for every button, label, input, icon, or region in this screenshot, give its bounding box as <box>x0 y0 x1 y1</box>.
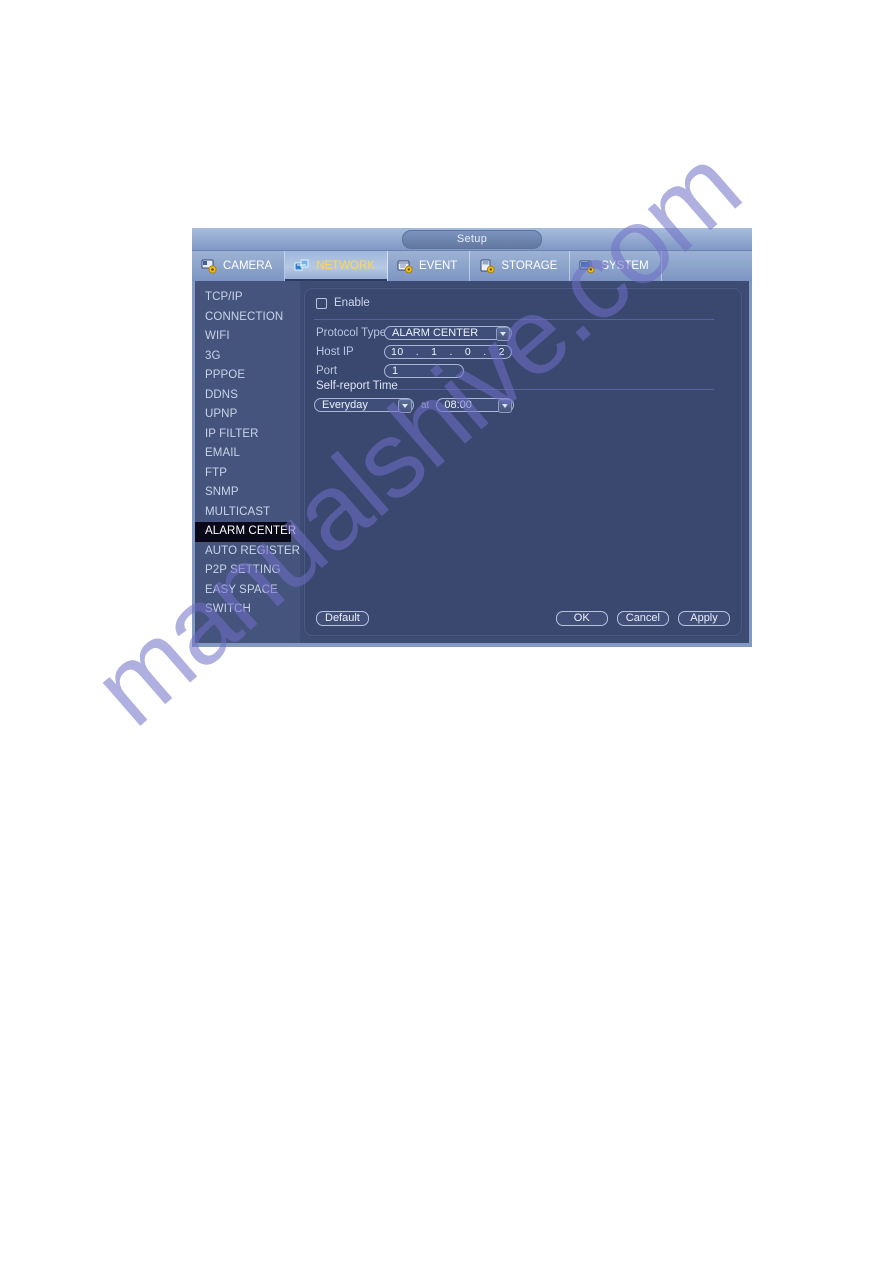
host-ip-dot-3: . <box>483 346 487 358</box>
protocol-type-label: Protocol Type <box>316 327 387 339</box>
sidebar-item-ftp[interactable]: FTP <box>195 464 300 484</box>
enable-checkbox[interactable] <box>316 297 327 309</box>
apply-button[interactable]: Apply <box>678 611 730 626</box>
tab-event-label: EVENT <box>418 260 458 272</box>
host-ip-octet-4: 2 <box>498 346 505 358</box>
sidebar-item-wifi[interactable]: WIFI <box>195 327 300 347</box>
cancel-button[interactable]: Cancel <box>616 611 669 626</box>
tab-system[interactable]: SYSTEM <box>570 251 662 281</box>
sidebar-item-snmp[interactable]: SNMP <box>195 483 300 503</box>
tab-camera-label: CAMERA <box>223 260 273 272</box>
alarm-center-panel: Enable Protocol Type ALARM CENTER Host I… <box>303 287 743 637</box>
enable-row: Enable <box>316 297 370 309</box>
setup-window: Setup CAMERA NETWORK EVENT STORAGE SYSTE… <box>192 228 752 647</box>
chevron-down-icon[interactable] <box>496 327 510 341</box>
network-sidebar: TCP/IP CONNECTION WIFI 3G PPPOE DDNS UPN… <box>195 281 300 643</box>
dialog-action-buttons: OK Cancel Apply <box>555 611 730 626</box>
tab-storage[interactable]: STORAGE <box>470 251 571 281</box>
self-report-time-heading: Self-report Time <box>316 380 398 392</box>
protocol-type-select[interactable]: ALARM CENTER <box>384 326 512 341</box>
system-gear-icon <box>579 259 596 274</box>
enable-label: Enable <box>334 297 370 309</box>
default-button[interactable]: Default <box>316 611 369 626</box>
sidebar-item-auto-register[interactable]: AUTO REGISTER <box>195 542 300 562</box>
protocol-type-value: ALARM CENTER <box>392 327 479 339</box>
self-report-schedule-row: Everyday at 08:00 <box>314 398 515 413</box>
chevron-down-icon[interactable] <box>398 399 412 413</box>
separator-top <box>314 319 714 320</box>
sidebar-item-email[interactable]: EMAIL <box>195 444 300 464</box>
host-ip-row: Host IP 10 . 1 . 0 . 2 <box>316 345 512 359</box>
sidebar-item-easy-space[interactable]: EASY SPACE <box>195 581 300 601</box>
port-value: 1 <box>392 365 399 377</box>
host-ip-octet-1: 10 <box>391 346 404 358</box>
protocol-type-row: Protocol Type ALARM CENTER <box>316 326 512 341</box>
host-ip-dot-2: . <box>449 346 453 358</box>
tab-network[interactable]: NETWORK <box>285 251 388 281</box>
window-body: TCP/IP CONNECTION WIFI 3G PPPOE DDNS UPN… <box>192 281 752 647</box>
sidebar-item-ddns[interactable]: DDNS <box>195 386 300 406</box>
sidebar-item-alarm-center[interactable]: ALARM CENTER <box>195 522 296 542</box>
port-input[interactable]: 1 <box>384 364 464 378</box>
sidebar-item-p2p-setting[interactable]: P2P SETTING <box>195 561 300 581</box>
self-report-day-value: Everyday <box>322 399 368 411</box>
at-label: at <box>421 399 430 411</box>
host-ip-octet-2: 1 <box>431 346 438 358</box>
camera-gear-icon <box>201 259 218 274</box>
tab-event[interactable]: EVENT <box>388 251 471 281</box>
self-report-time-label: Self-report Time <box>316 380 398 392</box>
tab-network-label: NETWORK <box>316 260 375 272</box>
ok-button[interactable]: OK <box>555 611 608 626</box>
storage-gear-icon <box>479 259 496 274</box>
sidebar-item-multicast[interactable]: MULTICAST <box>195 503 300 523</box>
sidebar-item-tcpip[interactable]: TCP/IP <box>195 288 300 308</box>
main-tab-bar: CAMERA NETWORK EVENT STORAGE SYSTEM <box>192 251 752 281</box>
window-title-bar: Setup <box>192 228 752 251</box>
sidebar-item-switch[interactable]: SWITCH <box>195 600 300 620</box>
self-report-time-value: 08:00 <box>444 399 472 411</box>
self-report-day-select[interactable]: Everyday <box>314 398 414 413</box>
host-ip-dot-1: . <box>415 346 420 358</box>
window-title: Setup <box>402 230 542 249</box>
sidebar-item-connection[interactable]: CONNECTION <box>195 308 300 328</box>
tab-system-label: SYSTEM <box>601 260 649 272</box>
tab-storage-label: STORAGE <box>501 260 558 272</box>
host-ip-input[interactable]: 10 . 1 . 0 . 2 <box>384 345 512 359</box>
self-report-time-select[interactable]: 08:00 <box>436 398 515 413</box>
tab-camera[interactable]: CAMERA <box>192 251 286 281</box>
host-ip-octet-3: 0 <box>464 346 472 358</box>
port-row: Port 1 <box>316 364 464 378</box>
host-ip-label: Host IP <box>316 346 354 358</box>
sidebar-item-upnp[interactable]: UPNP <box>195 405 300 425</box>
port-label: Port <box>316 365 338 377</box>
separator-self-report <box>390 389 714 390</box>
tab-bar-filler <box>662 251 752 281</box>
sidebar-item-pppoe[interactable]: PPPOE <box>195 366 300 386</box>
network-icon <box>294 259 311 274</box>
chevron-down-icon[interactable] <box>498 399 513 413</box>
event-gear-icon <box>397 259 414 274</box>
sidebar-item-ip-filter[interactable]: IP FILTER <box>195 425 300 445</box>
sidebar-item-3g[interactable]: 3G <box>195 347 300 367</box>
